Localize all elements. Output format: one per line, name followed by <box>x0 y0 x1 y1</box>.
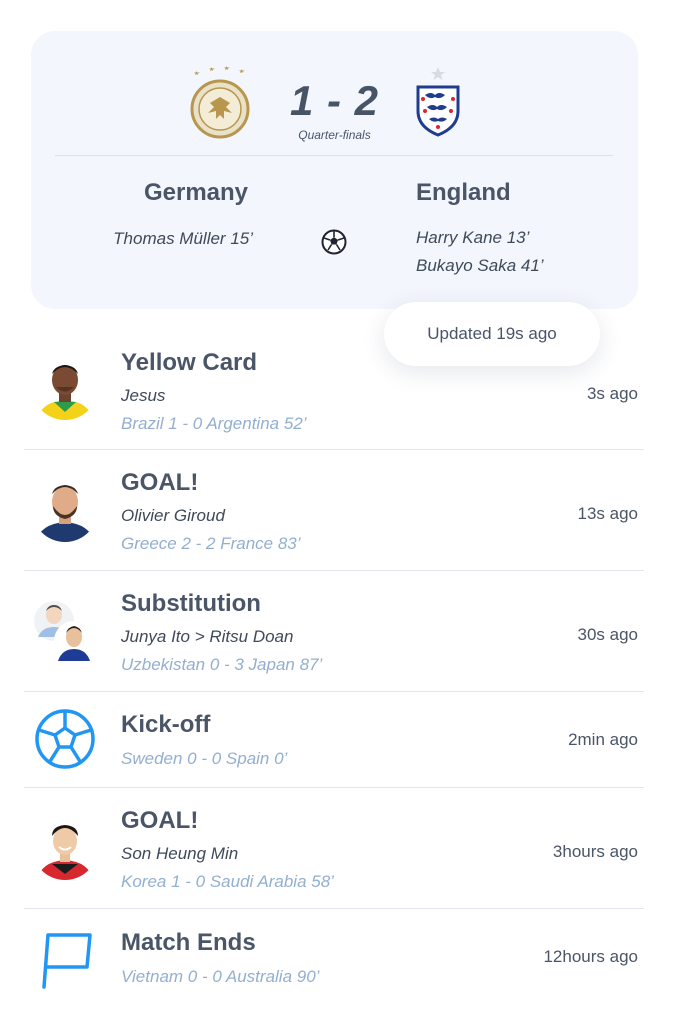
away-scorer: Harry Kane 13’ <box>416 228 530 247</box>
event-time: 2min ago <box>568 730 638 749</box>
event-match: Sweden 0 - 0 Spain 0’ <box>121 749 288 768</box>
event-player: Olivier Giroud <box>121 506 225 525</box>
event-match: Greece 2 - 2 France 83’ <box>121 534 301 553</box>
event-time: 3hours ago <box>552 842 638 861</box>
event-player: Son Heung Min <box>121 844 239 863</box>
event-title: Yellow Card <box>121 349 258 376</box>
event-row[interactable]: GOAL! Son Heung Min Korea 1 - 0 Saudi Ar… <box>24 788 644 909</box>
event-title: Match Ends <box>121 929 256 956</box>
match-stage: Quarter-finals <box>298 128 371 142</box>
football-icon <box>321 229 347 255</box>
away-scorer: Bukayo Saka 41’ <box>416 256 544 275</box>
updated-badge[interactable]: Updated 19s ago <box>384 302 600 366</box>
home-scorer: Thomas Müller 15’ <box>113 229 253 248</box>
event-row[interactable]: Match Ends Vietnam 0 - 0 Australia 90’ 1… <box>24 909 644 1009</box>
event-match: Vietnam 0 - 0 Australia 90’ <box>121 967 320 986</box>
card-divider <box>55 155 613 156</box>
event-match: Brazil 1 - 0 Argentina 52’ <box>121 414 307 433</box>
away-scorers: Harry Kane 13’ Bukayo Saka 41’ <box>416 224 544 280</box>
event-time: 30s ago <box>577 625 639 644</box>
event-title: Substitution <box>121 590 261 617</box>
away-team-name: England <box>416 179 511 206</box>
event-time: 13s ago <box>577 504 639 523</box>
event-match: Uzbekistan 0 - 3 Japan 87’ <box>121 655 323 674</box>
football-icon <box>35 709 95 769</box>
player-avatar-icon <box>32 354 98 420</box>
event-time: 12hours ago <box>543 947 638 966</box>
event-match: Korea 1 - 0 Saudi Arabia 58’ <box>121 872 334 891</box>
event-row[interactable]: GOAL! Olivier Giroud Greece 2 - 2 France… <box>24 450 644 571</box>
event-title: Kick-off <box>121 711 211 738</box>
player-avatar-icon <box>32 476 98 542</box>
player-avatar-icon <box>32 814 98 880</box>
event-player: Jesus <box>121 386 166 405</box>
event-row[interactable]: Kick-off Sweden 0 - 0 Spain 0’ 2min ago <box>24 692 644 788</box>
event-title: GOAL! <box>121 807 199 834</box>
event-feed: Yellow Card Jesus Brazil 1 - 0 Argentina… <box>24 330 644 1009</box>
flag-icon <box>42 933 92 989</box>
event-player: Junya Ito > Ritsu Doan <box>121 627 294 646</box>
event-title: GOAL! <box>121 469 199 496</box>
match-card[interactable]: 1 - 2 Quarter-finals Germany England Tho… <box>31 31 638 309</box>
home-team-name: Germany <box>143 179 249 206</box>
event-time: 3s ago <box>586 384 638 403</box>
substitution-avatars-icon <box>34 601 94 661</box>
england-crest-icon <box>416 67 460 137</box>
match-score: 1 - 2 <box>289 77 380 124</box>
event-row[interactable]: Substitution Junya Ito > Ritsu Doan Uzbe… <box>24 571 644 692</box>
